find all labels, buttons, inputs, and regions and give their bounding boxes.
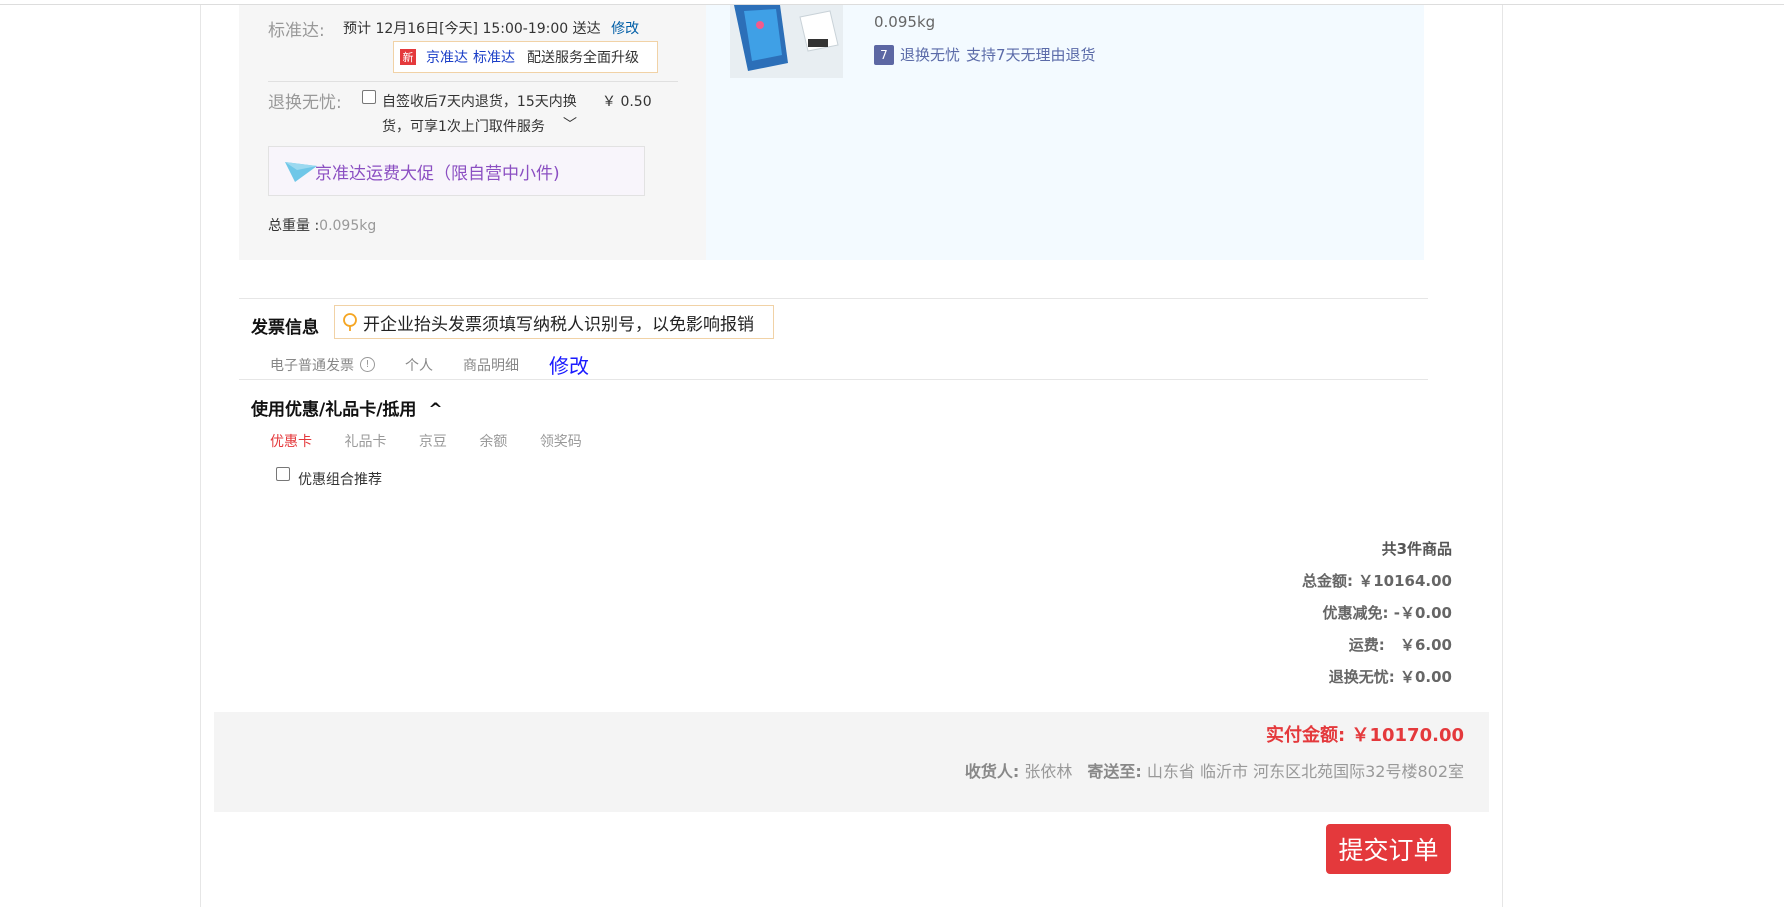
total-label: 总金额: bbox=[1302, 572, 1353, 590]
estimate-text: 预计 12月16日[今天] 15:00-19:00 送达 bbox=[343, 21, 601, 37]
left-border bbox=[200, 5, 201, 907]
delivery-promo-box: 新 京准达 标准达 配送服务全面升级 bbox=[393, 41, 658, 73]
invoice-bottom-divider bbox=[239, 379, 1428, 380]
product-service: 7 退换无忧 支持7天无理由退货 bbox=[874, 44, 1096, 65]
collapse-toggle-icon[interactable]: ^ bbox=[428, 400, 442, 420]
submit-order-button[interactable]: 提交订单 bbox=[1326, 824, 1451, 874]
coupons-title-text: 使用优惠/礼品卡/抵用 bbox=[251, 400, 417, 420]
return-fee-label: 退换无忧: bbox=[1328, 668, 1395, 686]
jzd-promo-banner[interactable]: 京准达运费大促（限自营中小件) bbox=[268, 146, 645, 196]
coupon-tabs: 优惠卡 礼品卡 京豆 余额 领奖码 bbox=[270, 431, 610, 451]
actual-payment-label: 实付金额: bbox=[1266, 725, 1346, 746]
phone-box-graphic bbox=[730, 5, 843, 78]
actual-payment-value: ￥10170.00 bbox=[1351, 725, 1464, 746]
address-value: 山东省 临沂市 河东区北苑国际32号楼802室 bbox=[1146, 762, 1464, 781]
return-label: 退换无忧: bbox=[268, 93, 342, 113]
product-image[interactable] bbox=[730, 5, 843, 78]
chevron-down-icon[interactable]: ﹀ bbox=[563, 114, 577, 134]
combo-recommend-checkbox[interactable] bbox=[276, 467, 290, 481]
item-count: 共3件商品 bbox=[1381, 540, 1452, 558]
invoice-title: 发票信息 bbox=[251, 318, 319, 338]
return-desc-line1: 自签收后7天内退货，15天内换 bbox=[382, 94, 577, 110]
total-weight-value: 0.095kg bbox=[319, 218, 377, 234]
modify-delivery-link[interactable]: 修改 bbox=[611, 21, 639, 37]
shipping-label: 运费: bbox=[1348, 636, 1385, 654]
return-desc-line2: 货，可享1次上门取件服务 bbox=[382, 119, 545, 135]
return-service-checkbox[interactable] bbox=[362, 90, 376, 104]
invoice-tip: 开企业抬头发票须填写纳税人识别号，以免影响报销 bbox=[334, 305, 774, 339]
tab-prize-code[interactable]: 领奖码 bbox=[540, 434, 582, 450]
discount-value: -￥0.00 bbox=[1393, 604, 1452, 622]
return-fee-row: 退换无忧: ￥0.00 bbox=[1329, 666, 1452, 687]
shipping-row: 运费: ￥6.00 bbox=[1349, 634, 1452, 655]
tab-coupon-card[interactable]: 优惠卡 bbox=[270, 434, 312, 450]
info-icon[interactable]: ! bbox=[360, 357, 375, 372]
total-weight-label: 总重量 : bbox=[268, 218, 320, 234]
invoice-modify-link[interactable]: 修改 bbox=[549, 350, 589, 379]
return-service-icon: 7 bbox=[874, 44, 894, 65]
service-name: 退换无忧 bbox=[900, 46, 961, 64]
bzd-link[interactable]: 标准达 bbox=[473, 47, 515, 67]
shipping-value: ￥6.00 bbox=[1399, 636, 1452, 654]
combo-recommend-label: 优惠组合推荐 bbox=[298, 472, 382, 488]
invoice-content: 商品明细 bbox=[463, 357, 519, 374]
discount-label: 优惠减免: bbox=[1322, 604, 1389, 622]
jzd-link[interactable]: 京准达 bbox=[426, 47, 468, 67]
receiver-name: 张依林 bbox=[1024, 762, 1073, 781]
tab-balance[interactable]: 余额 bbox=[479, 434, 507, 450]
standard-delivery-label: 标准达: bbox=[268, 21, 325, 41]
actual-payment: 实付金额: ￥10170.00 bbox=[1266, 721, 1464, 747]
coupons-title[interactable]: 使用优惠/礼品卡/抵用 ^ bbox=[251, 395, 443, 420]
total-weight: 总重量 :0.095kg bbox=[268, 215, 376, 235]
address-label: 寄送至: bbox=[1087, 762, 1142, 781]
total-value: ￥10164.00 bbox=[1358, 572, 1452, 590]
promo-text: 配送服务全面升级 bbox=[527, 50, 639, 66]
service-desc: 支持7天无理由退货 bbox=[966, 46, 1096, 64]
invoice-type: 电子普通发票 bbox=[270, 357, 354, 374]
total-amount-row: 总金额: ￥10164.00 bbox=[1302, 570, 1452, 591]
receiver-label: 收货人: bbox=[964, 762, 1020, 781]
lightbulb-icon bbox=[343, 313, 357, 331]
invoice-details: 电子普通发票 ! 个人 商品明细 修改 bbox=[270, 350, 589, 379]
invoice-holder: 个人 bbox=[405, 357, 433, 374]
invoice-top-divider bbox=[239, 298, 1428, 299]
delivery-divider bbox=[268, 81, 678, 82]
return-fee-value: ￥0.00 bbox=[1399, 668, 1452, 686]
discount-row: 优惠减免: -￥0.00 bbox=[1323, 602, 1452, 623]
receiver-info: 收货人: 张依林 寄送至: 山东省 临沂市 河东区北苑国际32号楼802室 bbox=[965, 758, 1464, 782]
invoice-tip-text: 开企业抬头发票须填写纳税人识别号，以免影响报销 bbox=[363, 314, 754, 335]
tab-gift-card[interactable]: 礼品卡 bbox=[344, 434, 386, 450]
new-badge: 新 bbox=[400, 49, 416, 65]
jzd-promo-text: 京准达运费大促（限自营中小件) bbox=[315, 163, 560, 184]
standard-delivery-estimate: 预计 12月16日[今天] 15:00-19:00 送达 修改 bbox=[343, 18, 639, 38]
right-border bbox=[1502, 5, 1503, 907]
product-weight: 0.095kg bbox=[874, 13, 936, 31]
tab-jd-beans[interactable]: 京豆 bbox=[419, 434, 447, 450]
return-price: ￥ 0.50 bbox=[602, 94, 652, 110]
